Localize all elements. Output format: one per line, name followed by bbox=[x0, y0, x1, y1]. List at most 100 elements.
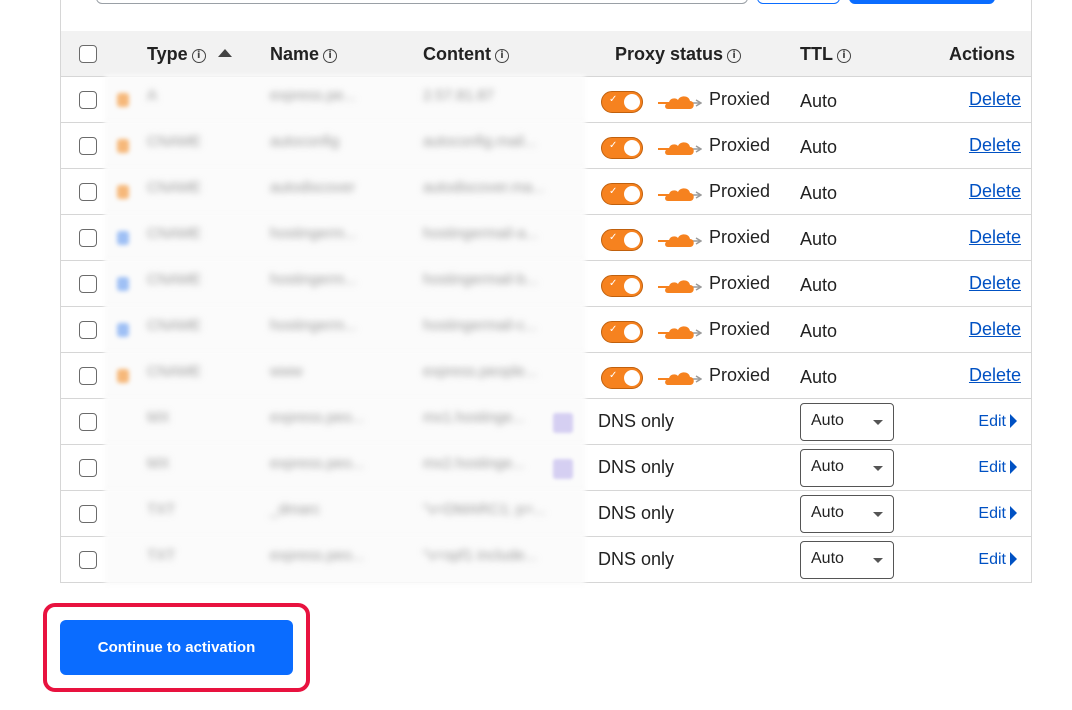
chevron-down-icon bbox=[873, 466, 883, 471]
table-row: TXT express.peo... "v=spf1 include... DNS o… bbox=[61, 535, 1031, 585]
delete-link[interactable]: Delete bbox=[969, 227, 1021, 248]
proxy-status-label: Proxied bbox=[709, 135, 771, 155]
row-checkbox[interactable] bbox=[79, 459, 97, 477]
ttl-select[interactable]: Auto bbox=[800, 541, 894, 579]
record-name: hostingerm... bbox=[270, 225, 357, 242]
column-header-actions: Actions bbox=[949, 44, 1016, 64]
record-type: MX bbox=[147, 455, 170, 472]
delete-link[interactable]: Delete bbox=[969, 89, 1021, 110]
record-content: "v=DMARC1; p=... bbox=[423, 501, 546, 518]
orange-cloud-icon bbox=[658, 142, 702, 155]
row-checkbox[interactable] bbox=[79, 183, 97, 201]
toggle-knob bbox=[624, 232, 640, 248]
check-icon: ✓ bbox=[609, 186, 618, 197]
column-header-ttl[interactable]: TTL i bbox=[800, 31, 851, 77]
edit-link[interactable]: Edit bbox=[978, 413, 1017, 431]
record-content: 2.57.81.87 bbox=[423, 87, 494, 104]
record-name: hostingerm... bbox=[270, 317, 357, 334]
record-status-dot bbox=[117, 369, 129, 383]
record-content: autodiscover.ma... bbox=[423, 179, 545, 196]
chevron-down-icon bbox=[873, 420, 883, 425]
info-icon[interactable]: i bbox=[323, 49, 338, 63]
edit-link[interactable]: Edit bbox=[978, 459, 1017, 477]
proxy-toggle[interactable]: ✓ bbox=[601, 229, 643, 251]
ttl-select[interactable]: Auto bbox=[800, 403, 894, 441]
row-checkbox[interactable] bbox=[79, 413, 97, 431]
proxy-status-label: Proxied bbox=[709, 227, 771, 247]
sort-ascending-icon[interactable] bbox=[217, 49, 232, 57]
toggle-knob bbox=[624, 278, 640, 294]
chevron-down-icon bbox=[873, 558, 883, 563]
ttl-select-value: Auto bbox=[811, 412, 844, 429]
orange-cloud-icon bbox=[658, 188, 702, 201]
table-row: TXT _dmarc "v=DMARC1; p=... DNS only Auto Edi… bbox=[61, 489, 1031, 539]
column-header-proxy-status[interactable]: Proxy status i bbox=[615, 31, 742, 77]
row-checkbox[interactable] bbox=[79, 505, 97, 523]
edit-link[interactable]: Edit bbox=[978, 505, 1017, 523]
edit-label: Edit bbox=[978, 459, 1006, 476]
record-name: express.peo... bbox=[270, 455, 365, 472]
edit-label: Edit bbox=[978, 551, 1006, 568]
proxy-toggle[interactable]: ✓ bbox=[601, 137, 643, 159]
info-icon[interactable]: i bbox=[727, 49, 742, 63]
check-icon: ✓ bbox=[609, 370, 618, 381]
record-content: mx1.hostinge... bbox=[423, 409, 525, 426]
record-type: CNAME bbox=[147, 225, 202, 242]
proxy-toggle[interactable]: ✓ bbox=[601, 275, 643, 297]
orange-cloud-icon bbox=[658, 326, 702, 339]
edit-link[interactable]: Edit bbox=[978, 551, 1017, 569]
row-checkbox[interactable] bbox=[79, 275, 97, 293]
table-header: Type i Name i Content i Proxy status i TTL i … bbox=[61, 31, 1031, 77]
row-checkbox[interactable] bbox=[79, 551, 97, 569]
record-content: mx2.hostinge... bbox=[423, 455, 525, 472]
proxy-toggle[interactable]: ✓ bbox=[601, 183, 643, 205]
record-type: CNAME bbox=[147, 179, 202, 196]
ttl-value: Auto bbox=[800, 183, 838, 203]
redacted-chip bbox=[553, 459, 573, 479]
select-all-checkbox[interactable] bbox=[79, 45, 97, 63]
info-icon[interactable]: i bbox=[837, 49, 851, 63]
column-header-content[interactable]: Content i bbox=[423, 31, 509, 77]
record-name: autodiscover bbox=[270, 179, 356, 196]
row-checkbox[interactable] bbox=[79, 91, 97, 109]
record-type: MX bbox=[147, 409, 170, 426]
proxy-toggle[interactable]: ✓ bbox=[601, 367, 643, 389]
record-status-dot bbox=[117, 139, 129, 153]
table-row: MX express.peo... mx2.hostinge... DNS only A… bbox=[61, 443, 1031, 493]
ttl-select[interactable]: Auto bbox=[800, 495, 894, 533]
delete-link[interactable]: Delete bbox=[969, 365, 1021, 386]
ttl-value: Auto bbox=[800, 91, 838, 111]
delete-link[interactable]: Delete bbox=[969, 273, 1021, 294]
record-name: www bbox=[270, 363, 303, 380]
row-checkbox[interactable] bbox=[79, 367, 97, 385]
dns-records-table: Type i Name i Content i Proxy status i TTL i … bbox=[60, 0, 1032, 585]
record-type: TXT bbox=[147, 547, 176, 564]
delete-link[interactable]: Delete bbox=[969, 181, 1021, 202]
record-name: hostingerm... bbox=[270, 271, 357, 288]
ttl-value: Auto bbox=[800, 321, 838, 341]
triangle-right-icon bbox=[1010, 460, 1017, 474]
continue-to-activation-button[interactable]: Continue to activation bbox=[60, 620, 293, 675]
proxy-toggle[interactable]: ✓ bbox=[601, 91, 643, 113]
column-header-name[interactable]: Name i bbox=[270, 31, 338, 77]
delete-link[interactable]: Delete bbox=[969, 319, 1021, 340]
table-row: CNAME hostingerm... hostingermail-c... ✓ Pro… bbox=[61, 305, 1031, 355]
proxy-toggle[interactable]: ✓ bbox=[601, 321, 643, 343]
table-row: Aexpress.pe... 2.57.81.87 ✓ Proxied Auto Dele… bbox=[61, 75, 1031, 125]
column-header-type[interactable]: Type i bbox=[147, 31, 232, 77]
info-icon[interactable]: i bbox=[191, 49, 206, 63]
triangle-right-icon bbox=[1010, 414, 1017, 428]
info-icon[interactable]: i bbox=[494, 49, 509, 63]
ttl-select[interactable]: Auto bbox=[800, 449, 894, 487]
ttl-value: Auto bbox=[800, 367, 838, 387]
row-checkbox[interactable] bbox=[79, 137, 97, 155]
delete-link[interactable]: Delete bbox=[969, 135, 1021, 156]
table-row: CNAME www express.people... ✓ Proxied Auto Del… bbox=[61, 351, 1031, 401]
orange-cloud-icon bbox=[658, 372, 702, 385]
table-row: CNAME autodiscover autodiscover.ma... ✓ Prox… bbox=[61, 167, 1031, 217]
row-checkbox[interactable] bbox=[79, 229, 97, 247]
row-checkbox[interactable] bbox=[79, 321, 97, 339]
check-icon: ✓ bbox=[609, 278, 618, 289]
table-row: CNAME autoconfig autoconfig.mail... ✓ Proxie… bbox=[61, 121, 1031, 171]
record-content: autoconfig.mail... bbox=[423, 133, 537, 150]
